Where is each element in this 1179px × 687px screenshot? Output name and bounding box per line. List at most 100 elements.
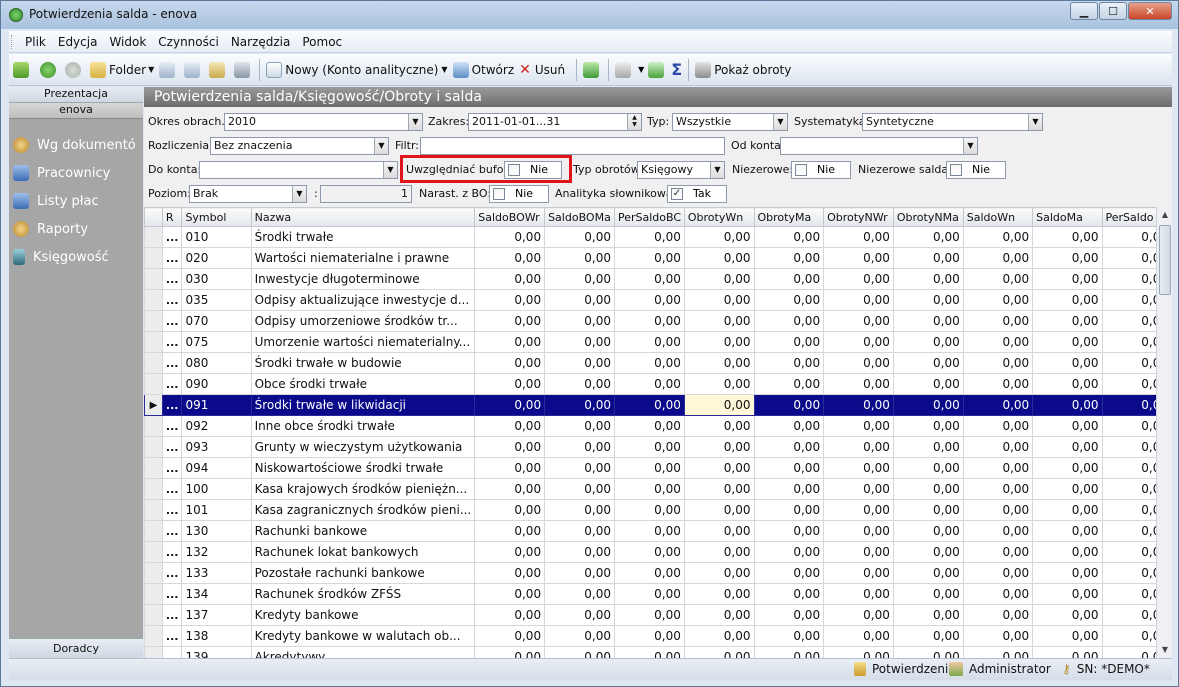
- table-row[interactable]: ... 093 Grunty w wieczystym użytkowania 0,0…: [144, 436, 1172, 458]
- cell-obrotyma[interactable]: 0,00: [753, 394, 825, 416]
- cell-obrotyma[interactable]: 0,00: [753, 289, 825, 311]
- cell-saldoboma[interactable]: 0,00: [544, 352, 615, 374]
- row-selector[interactable]: [144, 436, 163, 458]
- cell-saldoma[interactable]: 0,00: [1032, 352, 1103, 374]
- rozliczenia-select[interactable]: Bez znaczenia ▼: [210, 137, 389, 155]
- cell-persaldobc[interactable]: 0,00: [613, 310, 685, 332]
- cell-saldoboma[interactable]: 0,00: [544, 436, 615, 458]
- cell-obrotywn[interactable]: 0,00: [683, 247, 755, 269]
- cell-obrotywn[interactable]: 0,00: [683, 415, 755, 437]
- cell-obrotynwr[interactable]: 0,00: [823, 499, 894, 521]
- menu-pomoc[interactable]: Pomoc: [302, 35, 342, 49]
- cell-obrotywn[interactable]: 0,00: [683, 541, 755, 563]
- chevron-down-icon[interactable]: ▼: [374, 138, 388, 154]
- cell-obrotynwr[interactable]: 0,00: [823, 289, 894, 311]
- row-details-button[interactable]: ...: [161, 583, 183, 605]
- cell-symbol[interactable]: 139: [181, 646, 252, 658]
- cell-obrotynma[interactable]: 0,00: [892, 478, 964, 500]
- cell-saldobowr[interactable]: 0,00: [474, 331, 546, 353]
- cell-saldown[interactable]: 0,00: [962, 331, 1034, 353]
- folder-button[interactable]: Folder ▼: [90, 58, 154, 82]
- table-row[interactable]: ... 132 Rachunek lokat bankowych 0,00 0,00 0,…: [144, 541, 1172, 563]
- column-header-r[interactable]: R: [161, 207, 183, 227]
- row-selector[interactable]: [144, 289, 163, 311]
- cell-obrotywn[interactable]: 0,00: [683, 562, 755, 584]
- cell-obrotywn[interactable]: 0,00: [683, 331, 755, 353]
- cell-saldobowr[interactable]: 0,00: [474, 625, 546, 647]
- cell-saldoboma[interactable]: 0,00: [544, 604, 615, 626]
- print-icon[interactable]: [615, 61, 632, 78]
- cell-nazwa[interactable]: Rachunek lokat bankowych: [250, 541, 476, 563]
- cell-saldoma[interactable]: 0,00: [1032, 247, 1103, 269]
- cell-persaldobc[interactable]: 0,00: [613, 289, 685, 311]
- cell-symbol[interactable]: 092: [181, 415, 252, 437]
- cell-obrotynwr[interactable]: 0,00: [823, 457, 894, 479]
- cell-persaldobc[interactable]: 0,00: [613, 604, 685, 626]
- cell-saldown[interactable]: 0,00: [962, 268, 1034, 290]
- cell-obrotynwr[interactable]: 0,00: [823, 310, 894, 332]
- cell-obrotynwr[interactable]: 0,00: [823, 646, 894, 658]
- menu-widok[interactable]: Widok: [109, 35, 146, 49]
- cell-obrotywn[interactable]: 0,00: [683, 604, 755, 626]
- cell-obrotynwr[interactable]: 0,00: [823, 226, 894, 248]
- cell-persaldobc[interactable]: 0,00: [613, 436, 685, 458]
- row-details-button[interactable]: ...: [161, 373, 183, 395]
- table-row[interactable]: ... 139 Akredytywy 0,00 0,00 0,00 0,00 0,00 0,00…: [144, 646, 1172, 658]
- cell-symbol[interactable]: 134: [181, 583, 252, 605]
- cell-saldoma[interactable]: 0,00: [1032, 541, 1103, 563]
- column-header-obrotyma[interactable]: ObrotyMa: [753, 207, 825, 227]
- cell-saldown[interactable]: 0,00: [962, 541, 1034, 563]
- cell-persaldobc[interactable]: 0,00: [613, 373, 685, 395]
- cell-saldoboma[interactable]: 0,00: [544, 583, 615, 605]
- poziom-select[interactable]: Brak ▼: [189, 185, 307, 203]
- cell-obrotyma[interactable]: 0,00: [753, 541, 825, 563]
- table-row[interactable]: ... 138 Kredyty bankowe w walutach ob... 0,…: [144, 625, 1172, 647]
- cell-obrotyma[interactable]: 0,00: [753, 520, 825, 542]
- cell-nazwa[interactable]: Środki trwałe w likwidacji: [250, 394, 476, 416]
- cell-persaldobc[interactable]: 0,00: [613, 541, 685, 563]
- cell-saldown[interactable]: 0,00: [962, 583, 1034, 605]
- chevron-down-icon[interactable]: ▼: [710, 162, 724, 178]
- cell-saldoma[interactable]: 0,00: [1032, 289, 1103, 311]
- cell-nazwa[interactable]: Obce środki trwałe: [250, 373, 476, 395]
- tree-view-icon[interactable]: [209, 61, 226, 78]
- table-row[interactable]: ... 092 Inne obce środki trwałe 0,00 0,00 0,0…: [144, 415, 1172, 437]
- cell-saldobowr[interactable]: 0,00: [474, 394, 546, 416]
- cell-symbol[interactable]: 090: [181, 373, 252, 395]
- cell-saldobowr[interactable]: 0,00: [474, 646, 546, 658]
- niezerowe-checkbox[interactable]: Nie: [791, 161, 851, 179]
- cell-saldoma[interactable]: 0,00: [1032, 436, 1103, 458]
- row-selector[interactable]: [144, 478, 163, 500]
- table-row[interactable]: ... 130 Rachunki bankowe 0,00 0,00 0,00 0,00 0,…: [144, 520, 1172, 542]
- cell-obrotywn[interactable]: 0,00: [683, 268, 755, 290]
- cell-symbol[interactable]: 020: [181, 247, 252, 269]
- row-details-button[interactable]: ...: [161, 562, 183, 584]
- cell-saldown[interactable]: 0,00: [962, 373, 1034, 395]
- close-button[interactable]: ✕: [1128, 2, 1172, 20]
- cell-obrotywn[interactable]: 0,00: [683, 457, 755, 479]
- cell-persaldobc[interactable]: 0,00: [613, 331, 685, 353]
- cell-nazwa[interactable]: Kredyty bankowe w walutach ob...: [250, 625, 476, 647]
- cell-nazwa[interactable]: Rachunek środków ZFŚS: [250, 583, 476, 605]
- cell-saldoboma[interactable]: 0,00: [544, 415, 615, 437]
- cell-symbol[interactable]: 130: [181, 520, 252, 542]
- cell-saldown[interactable]: 0,00: [962, 247, 1034, 269]
- cell-obrotynwr[interactable]: 0,00: [823, 394, 894, 416]
- row-details-button[interactable]: ...: [161, 625, 183, 647]
- cell-saldoma[interactable]: 0,00: [1032, 394, 1103, 416]
- cell-obrotyma[interactable]: 0,00: [753, 352, 825, 374]
- cell-nazwa[interactable]: Pozostałe rachunki bankowe: [250, 562, 476, 584]
- cell-obrotyma[interactable]: 0,00: [753, 499, 825, 521]
- sidebar-item-wg-dokumentow[interactable]: Wg dokumentó: [9, 131, 143, 159]
- table-row[interactable]: ... 133 Pozostałe rachunki bankowe 0,00 0,00…: [144, 562, 1172, 584]
- table-row[interactable]: ... 080 Środki trwałe w budowie 0,00 0,00 0,0…: [144, 352, 1172, 374]
- cell-obrotynwr[interactable]: 0,00: [823, 478, 894, 500]
- scroll-up-icon[interactable]: ▲: [1159, 208, 1171, 222]
- sum-icon[interactable]: Σ: [671, 60, 682, 79]
- cell-obrotynma[interactable]: 0,00: [892, 352, 964, 374]
- cell-nazwa[interactable]: Kasa krajowych środków pieniężn...: [250, 478, 476, 500]
- table-row[interactable]: ... 134 Rachunek środków ZFŚS 0,00 0,00 0,00 0…: [144, 583, 1172, 605]
- tools-icon[interactable]: [234, 61, 251, 78]
- cell-persaldobc[interactable]: 0,00: [613, 625, 685, 647]
- menu-edycja[interactable]: Edycja: [58, 35, 98, 49]
